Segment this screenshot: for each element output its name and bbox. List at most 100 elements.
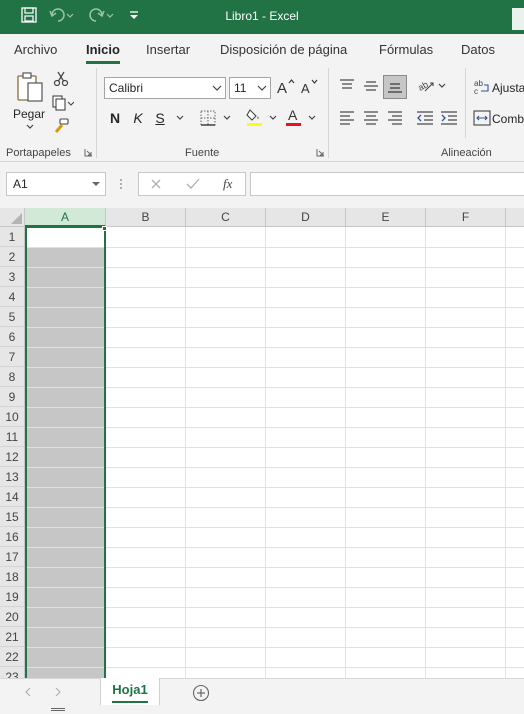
tab-insertar[interactable]: Insertar (146, 42, 190, 57)
tab-datos[interactable]: Datos (461, 42, 495, 57)
name-box-value: A1 (13, 177, 28, 191)
row-header[interactable]: 7 (0, 347, 25, 367)
fill-handle[interactable] (102, 226, 107, 231)
column-header-partial[interactable] (506, 208, 524, 227)
font-size-dropdown[interactable]: 11 (229, 77, 271, 99)
spreadsheet-grid[interactable]: A B C D E F 1 2 3 4 5 6 7 8 9 10 11 12 1… (0, 208, 524, 678)
row-header[interactable]: 22 (0, 647, 25, 667)
fill-color-icon[interactable] (244, 106, 266, 128)
row-header[interactable]: 4 (0, 287, 25, 307)
formula-input[interactable] (250, 172, 524, 196)
increase-font-size-icon[interactable]: A (276, 76, 296, 98)
row-header[interactable]: 11 (0, 427, 25, 447)
svg-text:c: c (474, 87, 478, 96)
wrap-text-icon[interactable]: ab c (472, 77, 492, 97)
row-header[interactable]: 20 (0, 607, 25, 627)
column-header-e[interactable]: E (346, 208, 426, 227)
font-launcher-icon[interactable] (316, 148, 325, 157)
format-painter-icon[interactable] (52, 117, 70, 135)
scroll-left-icon[interactable] (24, 687, 32, 697)
row-header[interactable]: 19 (0, 587, 25, 607)
row-header[interactable]: 1 (0, 227, 25, 247)
chevron-down-icon (212, 81, 222, 95)
row-header[interactable]: 17 (0, 547, 25, 567)
scroll-right-icon[interactable] (54, 687, 62, 697)
gridline (345, 227, 346, 678)
clipboard-launcher-icon[interactable] (84, 148, 93, 157)
column-header-b[interactable]: B (106, 208, 186, 227)
paste-label[interactable]: Pegar (13, 107, 45, 121)
row-header[interactable]: 10 (0, 407, 25, 427)
name-box[interactable]: A1 (6, 172, 106, 196)
row-header[interactable]: 9 (0, 387, 25, 407)
row-header[interactable]: 5 (0, 307, 25, 327)
align-center-icon[interactable] (361, 108, 381, 128)
svg-text:A: A (277, 80, 287, 96)
gridline (505, 227, 506, 678)
font-name-value: Calibri (109, 81, 144, 95)
column-header-c[interactable]: C (186, 208, 266, 227)
more-options-icon[interactable] (119, 178, 123, 190)
cancel-icon[interactable] (150, 178, 162, 190)
underline-dropdown-icon[interactable] (173, 108, 187, 128)
merge-center-label[interactable]: Comb (492, 112, 524, 126)
insert-function-button[interactable]: fx (223, 176, 232, 192)
ribbon-display-button[interactable] (512, 8, 524, 30)
paste-icon[interactable] (14, 70, 46, 108)
cut-icon[interactable] (52, 69, 70, 87)
row-header[interactable]: 3 (0, 267, 25, 287)
merge-center-icon[interactable] (472, 109, 492, 127)
align-middle-icon[interactable] (361, 76, 381, 96)
row-header[interactable]: 8 (0, 367, 25, 387)
font-color-dropdown-icon[interactable] (305, 108, 319, 128)
decrease-font-size-icon[interactable]: A (300, 76, 320, 98)
svg-text:A: A (301, 81, 310, 96)
tab-archivo[interactable]: Archivo (14, 42, 57, 57)
increase-indent-icon[interactable] (439, 108, 459, 128)
paste-dropdown-icon[interactable] (22, 122, 38, 132)
underline-button[interactable]: S (152, 108, 168, 128)
decrease-indent-icon[interactable] (415, 108, 435, 128)
align-top-icon[interactable] (337, 76, 357, 96)
orientation-icon[interactable]: ab (416, 76, 436, 96)
row-header[interactable]: 15 (0, 507, 25, 527)
column-header-d[interactable]: D (266, 208, 346, 227)
row-header[interactable]: 12 (0, 447, 25, 467)
tab-formulas[interactable]: Fórmulas (379, 42, 433, 57)
enter-icon[interactable] (186, 178, 200, 190)
gridline (185, 227, 186, 678)
borders-dropdown-icon[interactable] (220, 108, 234, 128)
row-header[interactable]: 23 (0, 667, 25, 678)
select-all-corner[interactable] (0, 208, 25, 227)
row-header[interactable]: 6 (0, 327, 25, 347)
fill-color-dropdown-icon[interactable] (266, 108, 280, 128)
orientation-dropdown-icon[interactable] (436, 78, 448, 94)
wrap-text-label[interactable]: Ajusta (492, 81, 524, 95)
row-header[interactable]: 16 (0, 527, 25, 547)
align-left-icon[interactable] (337, 108, 357, 128)
ribbon-tabs: Archivo Inicio Insertar Disposición de p… (0, 34, 524, 64)
borders-icon[interactable] (198, 108, 218, 128)
font-name-dropdown[interactable]: Calibri (104, 77, 226, 99)
align-bottom-icon[interactable] (383, 75, 407, 99)
italic-button[interactable]: K (129, 108, 147, 128)
row-header[interactable]: 18 (0, 567, 25, 587)
align-right-icon[interactable] (385, 108, 405, 128)
svg-text:A: A (288, 107, 298, 123)
row-header[interactable]: 21 (0, 627, 25, 647)
row-header[interactable]: 2 (0, 247, 25, 267)
bold-button[interactable]: N (106, 108, 124, 128)
formula-buttons: fx (138, 172, 246, 196)
font-color-icon[interactable]: A (283, 106, 305, 128)
row-header[interactable]: 14 (0, 487, 25, 507)
tab-disposicion-de-pagina[interactable]: Disposición de página (220, 42, 347, 57)
separator (96, 68, 97, 158)
font-group-label: Fuente (185, 147, 220, 159)
add-sheet-icon[interactable] (192, 684, 210, 702)
copy-icon[interactable] (52, 94, 74, 112)
column-header-f[interactable]: F (426, 208, 506, 227)
gridline (265, 227, 266, 678)
column-header-a[interactable]: A (25, 208, 106, 227)
tab-inicio[interactable]: Inicio (86, 42, 120, 57)
row-header[interactable]: 13 (0, 467, 25, 487)
